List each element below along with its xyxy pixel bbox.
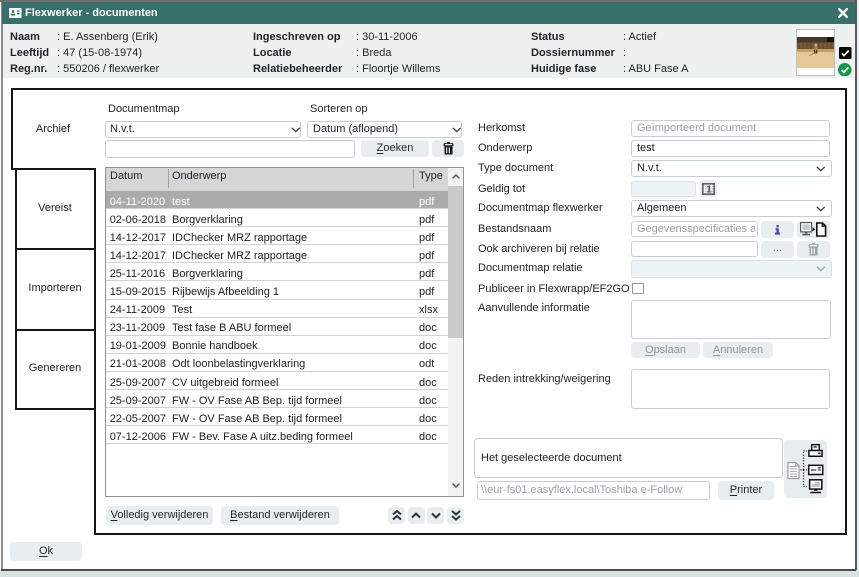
svg-text:1: 1 (705, 183, 711, 194)
